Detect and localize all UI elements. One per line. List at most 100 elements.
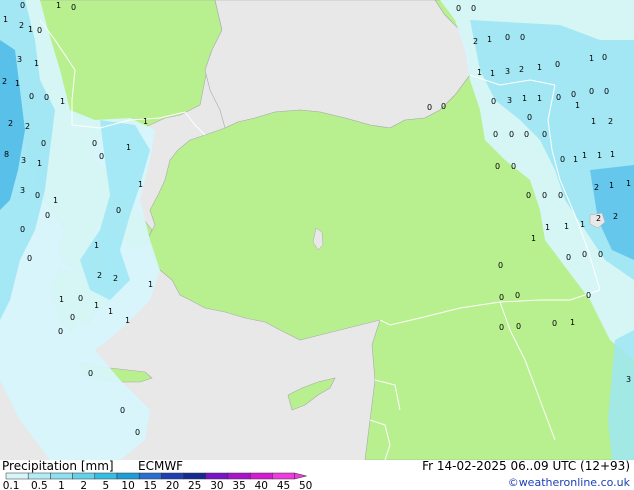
legend-tick-label: 2 (80, 480, 87, 490)
precip-value-label: 0 (498, 261, 503, 270)
precip-value-label: 0 (556, 93, 561, 102)
precip-value-label: 0 (520, 33, 525, 42)
precip-value-label: 0 (71, 3, 76, 12)
precip-value-label: 0 (92, 139, 97, 148)
precip-value-label: 0 (427, 103, 432, 112)
model-label: ECMWF (138, 459, 183, 473)
precip-value-label: 1 (570, 318, 575, 327)
precip-value-label: 2 (613, 212, 618, 221)
precip-value-label: 0 (456, 4, 461, 13)
precip-value-label: 0 (571, 90, 576, 99)
precip-value-label: 0 (116, 206, 121, 215)
precip-value-label: 1 (37, 159, 42, 168)
precip-value-label: 0 (58, 327, 63, 336)
legend-tick-label: 50 (299, 480, 312, 490)
precip-value-label: 3 (505, 67, 510, 76)
precip-value-label: 2 (113, 274, 118, 283)
precip-value-label: 0 (598, 250, 603, 259)
legend-tick-label: 45 (277, 480, 290, 490)
legend-swatch (205, 472, 229, 480)
precip-value-label: 1 (626, 179, 631, 188)
precip-value-label: 1 (126, 143, 131, 152)
precip-value-label: 1 (591, 117, 596, 126)
precip-value-label: 1 (3, 15, 8, 24)
precip-value-label: 1 (575, 101, 580, 110)
legend-tick-label: 25 (188, 480, 201, 490)
precip-value-label: 1 (609, 181, 614, 190)
precip-value-label: 1 (143, 117, 148, 126)
precip-value-label: 0 (505, 33, 510, 42)
legend-tick-label: 40 (255, 480, 268, 490)
legend-swatch (249, 472, 273, 480)
precip-value-label: 0 (527, 113, 532, 122)
legend-swatch (50, 472, 73, 480)
precip-value-label: 1 (573, 155, 578, 164)
credit-text: ©weatheronline.co.uk (508, 476, 631, 489)
precip-value-label: 0 (582, 250, 587, 259)
legend-swatch (272, 472, 295, 480)
precip-value-label: 1 (490, 69, 495, 78)
precip-value-label: 0 (511, 162, 516, 171)
legend-swatch (183, 472, 207, 480)
precip-value-label: 0 (515, 291, 520, 300)
precip-value-label: 1 (582, 151, 587, 160)
legend-tick-label: 0.5 (31, 480, 48, 490)
precip-value-label: 2 (8, 119, 13, 128)
precip-value-label: 1 (60, 97, 65, 106)
legend-tick-label: 20 (166, 480, 179, 490)
legend-swatch (27, 472, 51, 480)
precip-value-label: 0 (27, 254, 32, 263)
precip-value-label: 0 (558, 191, 563, 200)
precip-value-label: 1 (148, 280, 153, 289)
precip-value-label: 2 (25, 122, 30, 131)
precip-value-label: 0 (555, 60, 560, 69)
precip-value-label: 3 (626, 375, 631, 384)
precip-value-label: 0 (35, 191, 40, 200)
precip-value-label: 2 (473, 37, 478, 46)
precip-value-label: 8 (4, 150, 9, 159)
precip-value-label: 1 (59, 295, 64, 304)
legend-swatch (5, 472, 29, 480)
precip-value-label: 0 (44, 93, 49, 102)
precip-value-label: 0 (120, 406, 125, 415)
precip-value-label: 2 (97, 271, 102, 280)
precip-value-label: 0 (70, 313, 75, 322)
precip-value-label: 1 (545, 223, 550, 232)
precip-value-label: 0 (41, 139, 46, 148)
precip-value-label: 0 (509, 130, 514, 139)
legend-swatch (116, 472, 140, 480)
precip-value-label: 1 (108, 307, 113, 316)
precip-value-label: 0 (88, 369, 93, 378)
legend-tick-label: 35 (232, 480, 245, 490)
precip-value-label: 2 (2, 77, 7, 86)
precip-value-label: 3 (20, 186, 25, 195)
precip-value-label: 0 (524, 130, 529, 139)
precip-value-label: 1 (125, 316, 130, 325)
precip-value-label: 1 (477, 68, 482, 77)
precip-value-label: 0 (135, 428, 140, 437)
precip-value-label: 1 (610, 150, 615, 159)
precip-value-label: 1 (522, 94, 527, 103)
precip-value-label: 0 (491, 97, 496, 106)
precip-value-label: 2 (596, 214, 601, 223)
precip-value-label: 0 (20, 1, 25, 10)
precip-value-label: 0 (602, 53, 607, 62)
precip-value-label: 0 (589, 87, 594, 96)
precip-value-label: 0 (78, 294, 83, 303)
precip-value-label: 0 (499, 323, 504, 332)
precip-value-label: 1 (531, 234, 536, 243)
precip-value-label: 0 (516, 322, 521, 331)
legend-tick-label: 30 (210, 480, 223, 490)
precip-value-label: 0 (37, 26, 42, 35)
precip-value-label: 1 (564, 222, 569, 231)
legend-swatch (138, 472, 162, 480)
precip-value-label: 1 (138, 180, 143, 189)
precip-value-label: 3 (21, 156, 26, 165)
precip-value-label: 0 (542, 191, 547, 200)
precip-value-label: 0 (495, 162, 500, 171)
precip-value-label: 0 (586, 291, 591, 300)
precip-value-label: 0 (45, 211, 50, 220)
precip-value-label: 1 (94, 301, 99, 310)
precip-value-label: 0 (29, 92, 34, 101)
legend-tick-label: 1 (58, 480, 65, 490)
